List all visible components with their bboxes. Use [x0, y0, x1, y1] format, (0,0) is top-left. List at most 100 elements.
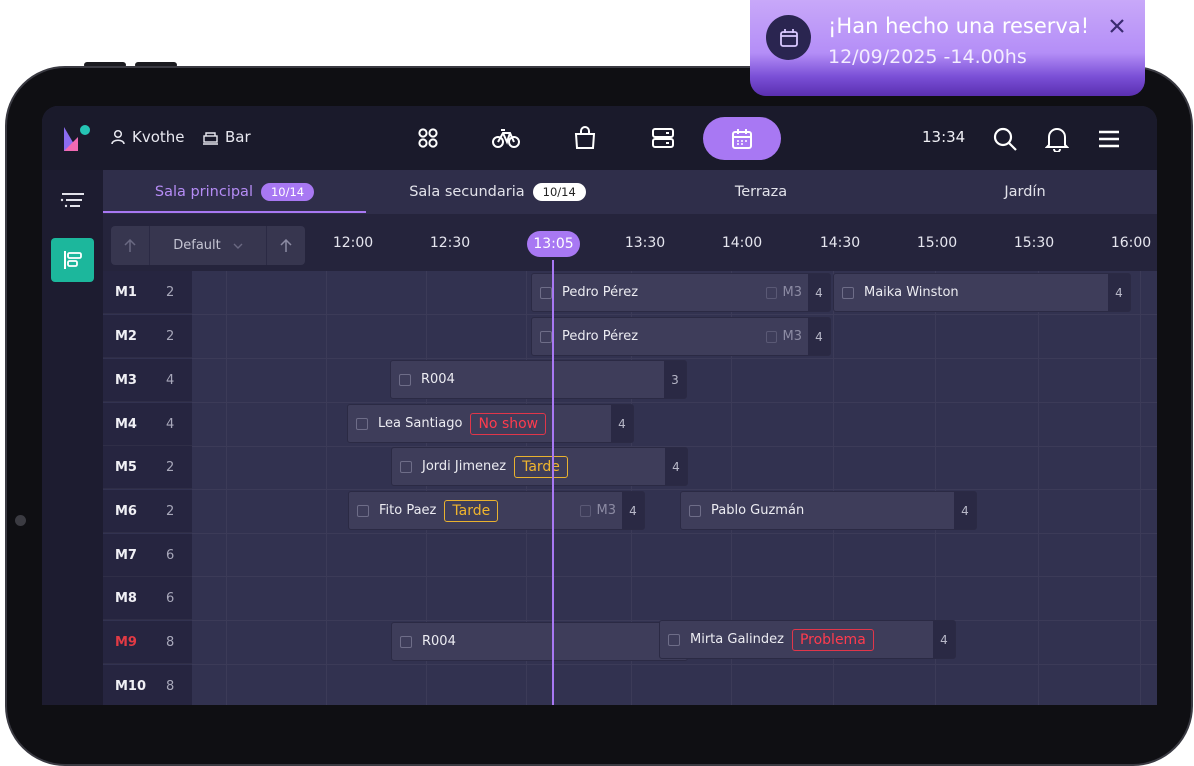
sort-direction-button[interactable] [267, 226, 305, 265]
reservation-block[interactable]: R004 [391, 622, 688, 661]
clock: 13:34 [922, 128, 966, 146]
table-icon [765, 330, 777, 343]
reservation-block[interactable]: Jordi Jimenez Tarde 4 [391, 447, 688, 486]
notifications-button[interactable] [1042, 124, 1072, 154]
time-label: 14:00 [721, 235, 763, 251]
table-row-header[interactable]: M10 8 [103, 665, 192, 705]
reservation-block[interactable]: Pablo Guzmán 4 [680, 491, 977, 530]
time-label: 12:00 [332, 235, 374, 251]
reservation-block[interactable]: Lea Santiago No show 4 [347, 404, 634, 443]
tab-jardin[interactable]: Jardín [893, 170, 1157, 214]
booking-notification[interactable]: ¡Han hecho una reserva! 12/09/2025 -14.0… [750, 0, 1145, 96]
table-row-header[interactable]: M8 6 [103, 577, 192, 620]
reservation-grid: M1 2 M2 2 M3 4 M4 4 M5 2 M6 2 M7 6 M8 6 M9 8 M10 8… [103, 271, 1157, 705]
reservation-block[interactable]: Fito Paez Tarde M3 4 [348, 491, 645, 530]
shopping-bag-icon [574, 126, 596, 149]
reservation-icon [540, 330, 552, 343]
sort-select[interactable]: Default [149, 226, 267, 265]
calendar-icon [779, 28, 798, 47]
reservation-block[interactable]: Maika Winston 4 [833, 273, 1131, 312]
close-button[interactable] [1105, 14, 1129, 38]
nav-reservations[interactable] [703, 117, 781, 160]
reservation-block[interactable]: Mirta Galindez Problema 4 [659, 620, 956, 659]
time-label: 12:30 [429, 235, 471, 251]
tab-sala-principal[interactable]: Sala principal 10/14 [103, 170, 366, 214]
status-badge: Tarde [444, 499, 499, 522]
table-row-header[interactable]: M4 4 [103, 403, 192, 446]
tab-label: Terraza [734, 184, 788, 200]
assigned-table: M3 [579, 503, 616, 518]
guest-name: Jordi Jimenez [422, 459, 507, 474]
grid-line [226, 271, 227, 705]
reservation-icon [400, 460, 412, 473]
status-badge: No show [470, 412, 547, 435]
bell-icon [1045, 128, 1069, 152]
calendar-icon [732, 128, 752, 149]
table-name: M4 [115, 416, 137, 432]
table-row-header[interactable]: M3 4 [103, 359, 192, 402]
reservation-block[interactable]: R004 3 [390, 360, 687, 399]
party-size: 4 [611, 405, 633, 442]
table-name: M10 [115, 678, 147, 694]
align-left-icon [63, 251, 82, 269]
table-capacity: 8 [166, 634, 175, 650]
table-row-header[interactable]: M6 2 [103, 490, 192, 533]
sort-up-button[interactable] [111, 226, 149, 265]
reservation-icon [357, 504, 369, 517]
grid-line [1140, 271, 1141, 705]
party-size: 4 [954, 492, 976, 529]
table-name: M3 [115, 372, 137, 388]
nav-shop[interactable] [558, 120, 612, 156]
assigned-table: M3 [765, 329, 802, 344]
menu-button[interactable] [1094, 124, 1124, 154]
guest-name: Pablo Guzmán [711, 503, 805, 518]
grid-line [192, 314, 1157, 315]
time-label: 14:30 [819, 235, 861, 251]
table-name: M6 [115, 503, 137, 519]
table-capacity: 4 [166, 372, 175, 388]
guest-name: R004 [422, 634, 456, 649]
party-size: 3 [664, 361, 686, 398]
hamburger-icon [1099, 130, 1119, 148]
nav-tables[interactable] [636, 120, 690, 156]
tab-terraza[interactable]: Terraza [629, 170, 893, 214]
table-capacity: 2 [166, 459, 175, 475]
table-row-header[interactable]: M7 6 [103, 534, 192, 577]
table-name: M5 [115, 459, 137, 475]
table-row-header[interactable]: M1 2 [103, 271, 192, 314]
nav-dashboard[interactable] [401, 120, 455, 156]
reservation-icon [668, 633, 680, 646]
timeline-view-button[interactable] [51, 238, 94, 282]
table-row-header[interactable]: M9 8 [103, 621, 192, 664]
reservation-icon [400, 635, 412, 648]
tab-label: Sala secundaria [409, 184, 525, 200]
party-size: 4 [808, 318, 830, 355]
tab-sala-secundaria[interactable]: Sala secundaria 10/14 [366, 170, 629, 214]
occupancy-badge: 10/14 [532, 183, 586, 201]
current-time-pill: 13:05 [527, 231, 580, 257]
grid-line [192, 576, 1157, 577]
table-capacity: 8 [166, 678, 175, 694]
filter-icon[interactable] [58, 188, 88, 212]
user-menu[interactable]: Kvothe [110, 128, 185, 146]
grid-line [192, 402, 1157, 403]
timeline-header: Default 12:00 12:30 13:05 13:30 14:00 14… [103, 214, 1157, 271]
left-rail [42, 170, 103, 705]
notification-subtitle: 12/09/2025 -14.00hs [828, 46, 1027, 68]
active-tab-indicator [103, 211, 366, 213]
search-button[interactable] [990, 124, 1020, 154]
table-row-header[interactable]: M2 2 [103, 315, 192, 358]
reservation-block[interactable]: Pedro Pérez M3 4 [531, 317, 831, 356]
table-name: M8 [115, 590, 137, 606]
guest-name: Maika Winston [864, 285, 959, 300]
venue-selector[interactable]: Bar [202, 128, 251, 146]
arrow-up-icon [280, 238, 292, 252]
notification-icon-circle [766, 15, 811, 60]
nav-delivery[interactable] [479, 120, 533, 156]
tab-label: Sala principal [154, 184, 253, 200]
table-capacity: 2 [166, 328, 175, 344]
arrow-up-icon [124, 238, 136, 252]
reservation-block[interactable]: Pedro Pérez M3 4 [531, 273, 831, 312]
table-capacity: 2 [166, 503, 175, 519]
table-row-header[interactable]: M5 2 [103, 446, 192, 489]
